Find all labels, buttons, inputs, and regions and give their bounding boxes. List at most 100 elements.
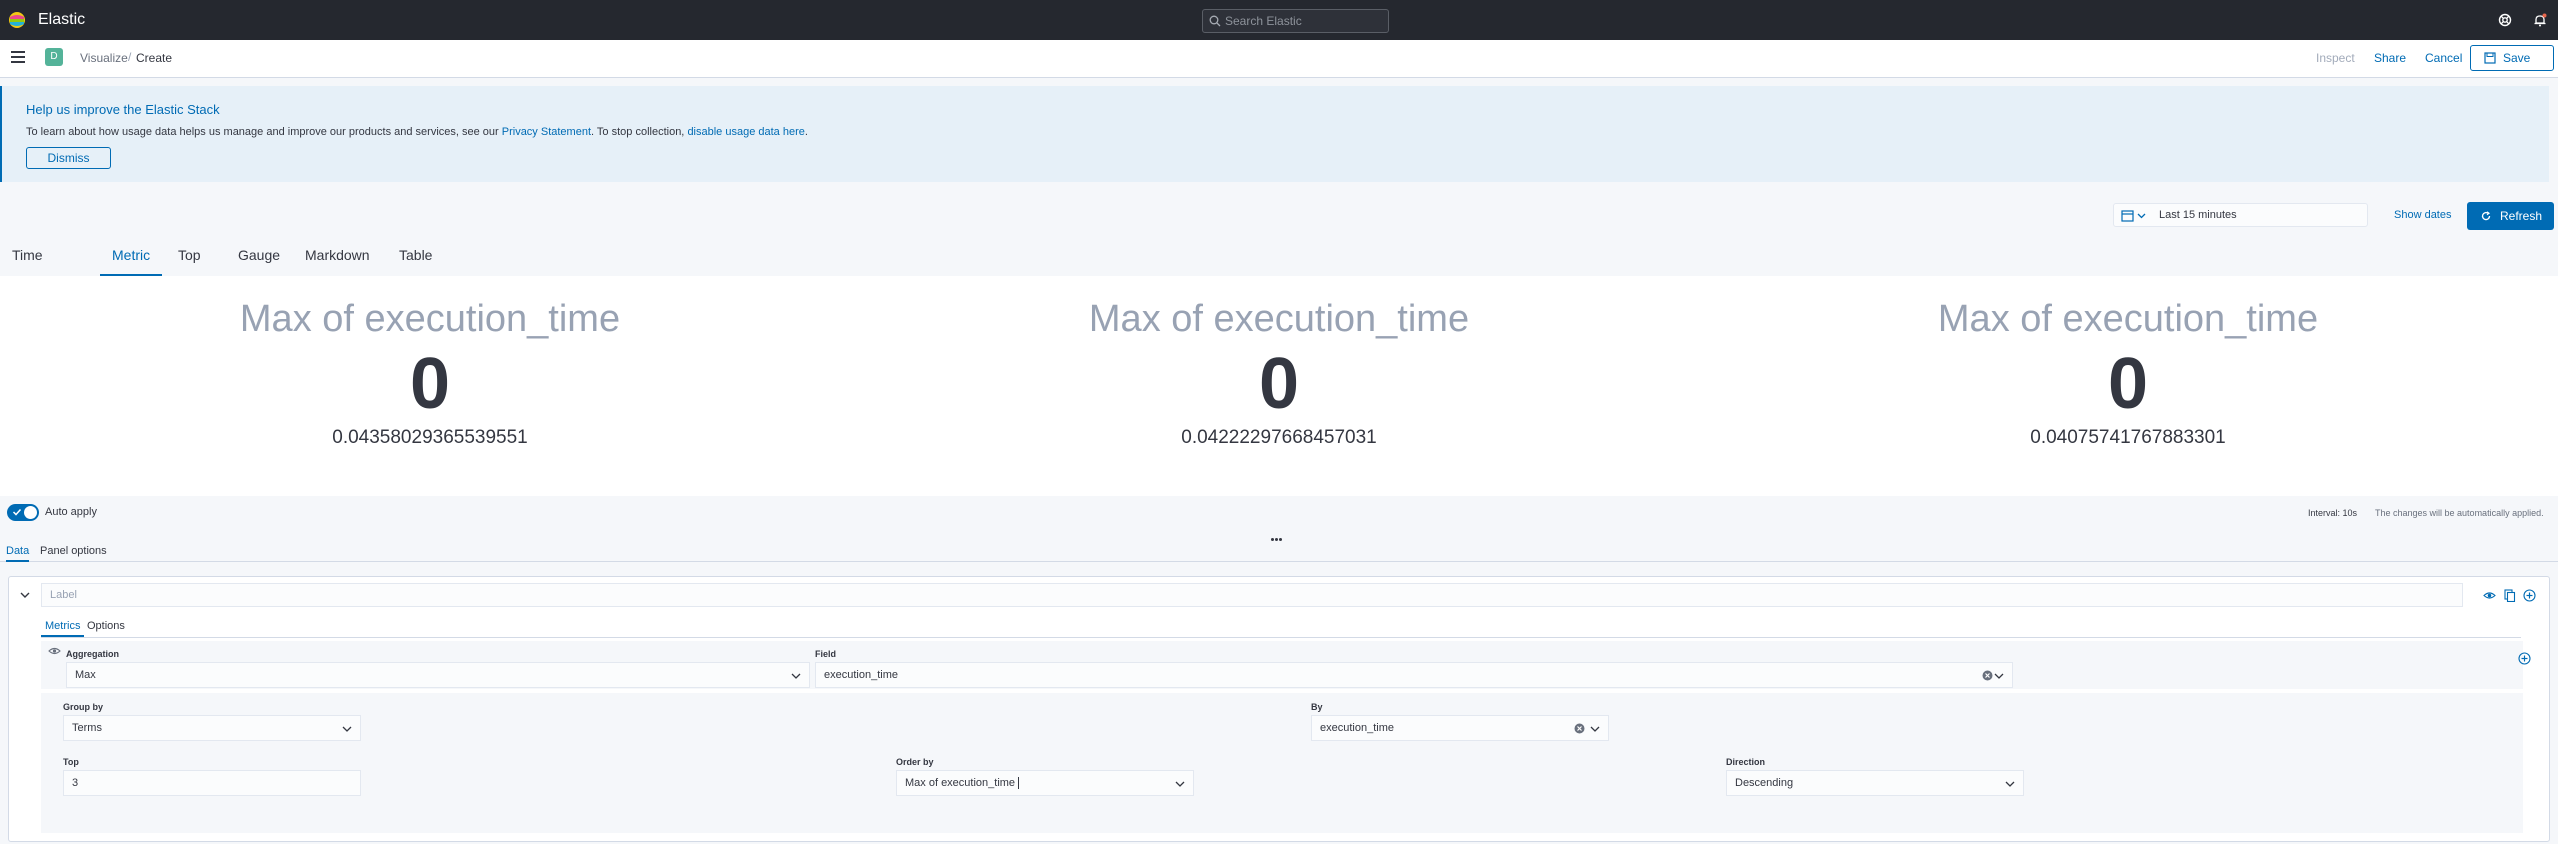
tab-time-series[interactable]: Time Series xyxy=(12,240,52,293)
eye-icon[interactable] xyxy=(2483,589,2496,602)
clear-icon[interactable] xyxy=(1574,723,1585,734)
clear-icon[interactable] xyxy=(1982,670,1993,681)
global-header: Elastic Search Elastic xyxy=(0,0,2558,40)
field-label: Field xyxy=(815,649,837,659)
chevron-down-icon xyxy=(1175,781,1185,787)
search-icon xyxy=(1209,15,1221,27)
callout-text: To learn about how usage data helps us m… xyxy=(26,125,808,139)
refresh-icon xyxy=(2481,211,2491,221)
divider xyxy=(41,637,2521,638)
metric-secondary-value: 0.04222297668457031 xyxy=(1181,427,1377,448)
aggregation-label: Aggregation xyxy=(66,649,119,659)
chevron-down-icon xyxy=(1994,673,2004,679)
aggregation-value: Max xyxy=(75,669,96,681)
metric-secondary-value: 0.04075741767883301 xyxy=(2030,427,2226,448)
refresh-button[interactable]: Refresh xyxy=(2467,202,2554,230)
elastic-logo-icon[interactable] xyxy=(8,11,26,29)
order-by-select[interactable]: Max of execution_time xyxy=(896,770,1194,796)
order-by-label: Order by xyxy=(896,757,934,767)
metric-value: 0 xyxy=(1258,344,1300,424)
brand-title[interactable]: Elastic xyxy=(38,10,85,30)
tab-metric[interactable]: Metric xyxy=(100,240,163,276)
callout-text-middle: . To stop collection, xyxy=(591,126,685,138)
field-value: execution_time xyxy=(824,669,898,681)
aggregation-select[interactable]: Max xyxy=(66,662,810,688)
save-button[interactable]: Save xyxy=(2470,45,2554,71)
tab-markdown[interactable]: Markdown xyxy=(305,240,370,276)
group-by-select[interactable]: Terms xyxy=(63,715,361,741)
by-field-value: execution_time xyxy=(1320,722,1394,734)
top-input[interactable]: 3 xyxy=(63,770,361,796)
text-cursor xyxy=(1018,777,1020,790)
time-range-value[interactable]: Last 15 minutes xyxy=(2159,208,2237,222)
tab-metrics[interactable]: Metrics xyxy=(41,619,85,637)
auto-apply-label: Auto apply xyxy=(45,506,97,518)
tab-panel-options[interactable]: Panel options xyxy=(40,544,107,562)
tab-options[interactable]: Options xyxy=(87,619,125,637)
metric-visualization: Max of execution_time 0 0.04358029365539… xyxy=(0,276,2558,496)
metric-label: Max of execution_time xyxy=(239,298,621,340)
help-icon[interactable] xyxy=(2498,13,2512,27)
chevron-down-icon xyxy=(2005,781,2015,787)
direction-select[interactable]: Descending xyxy=(1726,770,2024,796)
chevron-down-icon xyxy=(342,726,352,732)
refresh-label: Refresh xyxy=(2500,209,2543,223)
search-placeholder: Search Elastic xyxy=(1225,14,1302,28)
order-by-value: Max of execution_time xyxy=(905,777,1016,789)
chevron-down-icon xyxy=(791,673,801,679)
copy-icon[interactable] xyxy=(2503,589,2516,602)
save-label: Save xyxy=(2503,51,2531,65)
tab-table[interactable]: Table xyxy=(399,240,432,276)
group-by-value: Terms xyxy=(72,722,102,734)
metric-value: 0 xyxy=(2107,344,2149,424)
metric-label: Max of execution_time xyxy=(1088,298,1470,340)
collapse-chevron-icon[interactable] xyxy=(19,589,31,601)
inspect-button[interactable]: Inspect xyxy=(2316,50,2355,66)
time-range-picker[interactable]: Last 15 minutes xyxy=(2113,203,2368,227)
auto-apply-toggle[interactable] xyxy=(7,504,39,521)
toggle-knob xyxy=(24,506,37,519)
group-by-label: Group by xyxy=(63,702,103,712)
top-label: Top xyxy=(63,757,79,767)
series-label-input[interactable]: Label xyxy=(41,583,2463,607)
callout-text-after: . xyxy=(804,126,808,138)
metric-value: 0 xyxy=(409,344,451,424)
tab-top-n[interactable]: Top N xyxy=(178,240,201,293)
check-icon xyxy=(12,508,22,516)
add-series-icon[interactable] xyxy=(2523,589,2536,602)
callout-title: Help us improve the Elastic Stack xyxy=(26,102,220,117)
space-avatar[interactable]: D xyxy=(45,48,63,66)
app-header: D Visualize / Create Inspect Share Cance… xyxy=(0,40,2558,78)
breadcrumb-separator: / xyxy=(128,50,132,64)
tab-gauge[interactable]: Gauge xyxy=(238,240,280,276)
interval-label: Interval: 10s xyxy=(2308,508,2358,518)
breadcrumb-visualize[interactable]: Visualize xyxy=(80,50,128,66)
auto-apply-note: The changes will be automatically applie… xyxy=(2375,508,2544,518)
telemetry-callout: Help us improve the Elastic Stack To lea… xyxy=(0,86,2549,182)
menu-icon[interactable] xyxy=(11,51,25,65)
global-search-input[interactable]: Search Elastic xyxy=(1202,9,1389,33)
notifications-icon[interactable] xyxy=(2533,13,2547,27)
direction-value: Descending xyxy=(1735,777,1794,789)
cancel-button[interactable]: Cancel xyxy=(2425,50,2462,66)
field-select[interactable]: execution_time xyxy=(815,662,2013,688)
show-dates-link[interactable]: Show dates xyxy=(2394,208,2451,222)
metric-secondary-value: 0.04358029365539551 xyxy=(332,427,528,448)
dismiss-button[interactable]: Dismiss xyxy=(26,147,111,169)
disable-usage-data-link[interactable]: disable usage data here xyxy=(687,126,804,138)
privacy-statement-link[interactable]: Privacy Statement xyxy=(502,126,591,138)
split-row: Group by Terms By execution_time Top 3 O… xyxy=(41,693,2523,833)
add-metric-icon[interactable] xyxy=(2518,652,2531,665)
chevron-down-icon xyxy=(1590,726,1600,732)
by-field-select[interactable]: execution_time xyxy=(1311,715,1609,741)
calendar-dropdown-icon[interactable] xyxy=(2118,208,2152,224)
eye-icon[interactable] xyxy=(48,646,61,656)
panel-tabs: Data Panel options xyxy=(0,540,2558,562)
callout-text-before: To learn about how usage data helps us m… xyxy=(26,126,499,138)
save-icon xyxy=(2484,52,2496,64)
by-label: By xyxy=(1311,702,1323,712)
resize-handle-icon[interactable] xyxy=(1271,528,1287,541)
direction-label: Direction xyxy=(1726,757,1766,767)
share-button[interactable]: Share xyxy=(2374,50,2406,66)
tab-data[interactable]: Data xyxy=(6,544,30,562)
